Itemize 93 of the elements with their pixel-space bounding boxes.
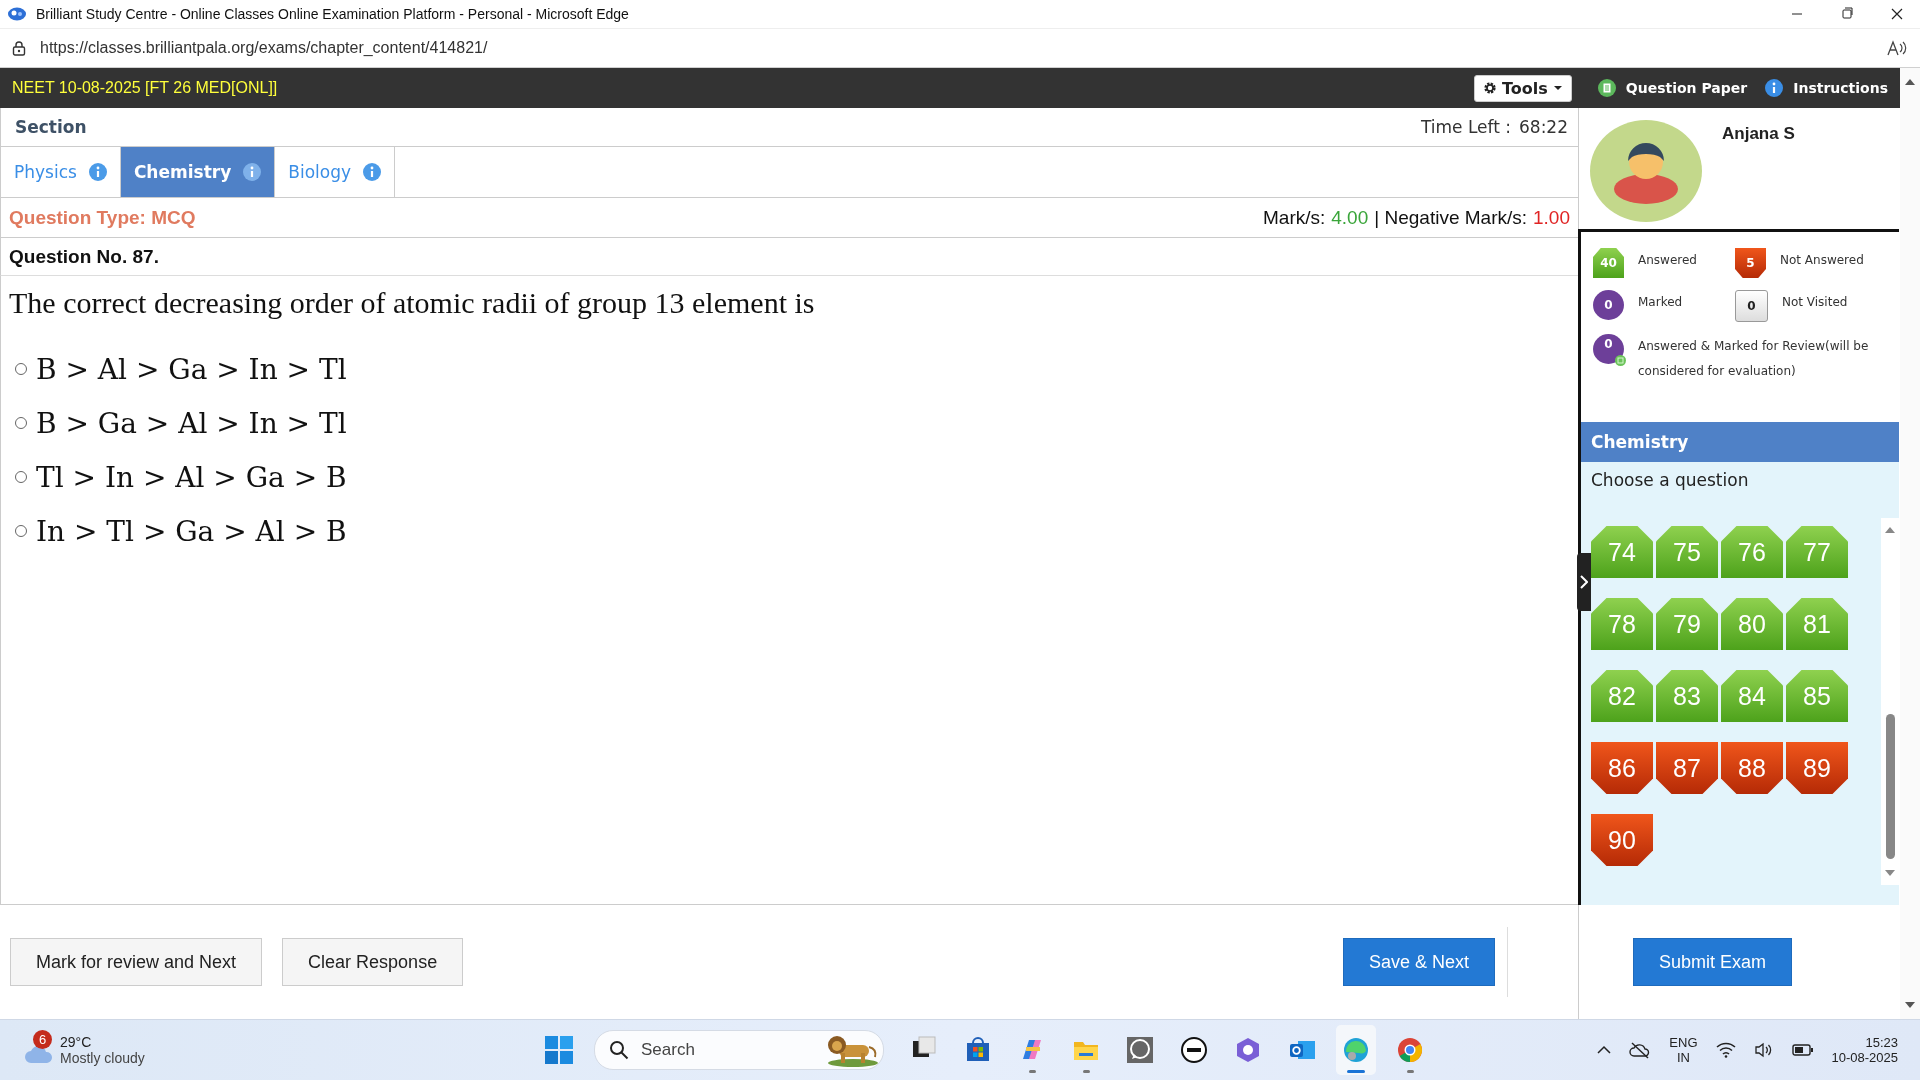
question-button[interactable]: 75 <box>1656 526 1718 578</box>
question-button[interactable]: 80 <box>1721 598 1783 650</box>
question-button[interactable]: 87 <box>1656 742 1718 794</box>
question-button[interactable]: 82 <box>1591 670 1653 722</box>
user-name: Anjana S <box>1722 124 1795 144</box>
legend-label: Answered & Marked for Review(will be considered for evaluation) <box>1638 338 1870 380</box>
clear-response-button[interactable]: Clear Response <box>282 938 464 986</box>
temperature: 29°C <box>60 1034 93 1050</box>
gear-icon <box>1483 81 1498 95</box>
chevron-right-icon <box>1580 575 1588 589</box>
circle-logo-icon <box>1179 1035 1209 1065</box>
time-left-label: Time Left : <box>1420 117 1511 137</box>
profile-icon <box>8 7 26 21</box>
url-field[interactable]: https://classes.brilliantpala.org/exams/chapter_content/414821/ <box>40 39 488 57</box>
submit-exam-button[interactable]: Submit Exam <box>1633 938 1793 986</box>
window-title: Brilliant Study Centre - Online Classes Online Examination Platform - Personal - Microsoft Edge <box>36 6 629 22</box>
tools-button[interactable]: Tools <box>1474 74 1572 102</box>
status-badge: 5 <box>1735 248 1766 278</box>
scroll-down-icon <box>1905 1001 1915 1009</box>
scrollbar-thumb[interactable] <box>1885 714 1895 859</box>
question-type: Question Type: MCQ <box>9 206 196 229</box>
notification-badge: 6 <box>33 1030 52 1049</box>
question-button[interactable]: 88 <box>1721 742 1783 794</box>
legend-label: Answered <box>1638 252 1697 269</box>
wifi-icon[interactable] <box>1715 1042 1736 1058</box>
legend-label: Not Visited <box>1782 294 1848 311</box>
question-button[interactable]: 90 <box>1591 814 1653 866</box>
option-text[interactable]: In > Tl > Ga > Al > B <box>36 514 347 548</box>
option-text[interactable]: Tl > In > Al > Ga > B <box>36 460 347 494</box>
start-icon[interactable] <box>544 1035 574 1065</box>
exam-title: NEET 10-08-2025 [FT 26 MED[ONL]] <box>12 79 278 97</box>
chevron-up-icon[interactable] <box>1597 1045 1612 1055</box>
cloud-icon <box>24 1044 54 1064</box>
question-button[interactable]: 78 <box>1591 598 1653 650</box>
info-icon[interactable] <box>363 163 381 181</box>
scroll-down-icon <box>1885 869 1895 877</box>
question-paper-link[interactable]: Question Paper <box>1597 79 1748 97</box>
browser-icon <box>1341 1035 1371 1065</box>
cloud-offline-icon[interactable] <box>1629 1041 1652 1059</box>
weather-condition: Mostly cloudy <box>60 1050 145 1066</box>
question-button[interactable]: 84 <box>1721 670 1783 722</box>
question-button[interactable]: 79 <box>1656 598 1718 650</box>
question-button[interactable]: 81 <box>1786 598 1848 650</box>
question-button[interactable]: 85 <box>1786 670 1848 722</box>
search-field[interactable]: Search <box>594 1030 884 1070</box>
status-badge: 0 <box>1593 334 1624 364</box>
question-button[interactable]: 89 <box>1786 742 1848 794</box>
status-badge: 0 <box>1593 290 1624 320</box>
clock-time[interactable]: 15:23 <box>1865 1035 1898 1050</box>
save-next-button[interactable]: Save & Next <box>1342 938 1495 986</box>
question-button[interactable]: 76 <box>1721 526 1783 578</box>
section-tab[interactable]: Chemistry <box>120 147 276 197</box>
read-aloud-icon[interactable] <box>1886 39 1908 57</box>
question-text: The correct decreasing order of atomic radii of group 13 element is <box>9 286 816 320</box>
avatar-icon <box>1590 120 1702 222</box>
question-button[interactable]: 74 <box>1591 526 1653 578</box>
option-text[interactable]: B > Al > Ga > In > Tl <box>36 352 347 386</box>
review-tick-icon <box>1615 355 1626 366</box>
clock-date[interactable]: 10-08-2025 <box>1831 1050 1898 1065</box>
search-icon <box>609 1040 629 1060</box>
instructions-link[interactable]: Instructions <box>1765 79 1888 97</box>
document-icon <box>1597 79 1616 97</box>
legend-label: Not Answered <box>1780 252 1864 269</box>
question-button[interactable]: 83 <box>1656 670 1718 722</box>
marks-value: 4.00 <box>1331 206 1369 229</box>
mark-review-button[interactable]: Mark for review and Next <box>10 938 263 986</box>
region[interactable]: IN <box>1676 1050 1690 1065</box>
option-text[interactable]: B > Ga > Al > In > Tl <box>36 406 347 440</box>
volume-icon[interactable] <box>1753 1042 1774 1058</box>
chat-icon <box>1125 1035 1155 1065</box>
question-number: Question No. 87. <box>9 245 159 268</box>
collapse-handle[interactable] <box>1577 553 1591 611</box>
status-badge: 40 <box>1593 248 1624 278</box>
info-icon[interactable] <box>243 163 262 181</box>
section-heading: Chemistry <box>1581 422 1899 462</box>
caret-icon <box>1552 85 1563 91</box>
info-icon[interactable] <box>88 163 107 181</box>
browser-icon <box>1395 1035 1425 1065</box>
time-left: 68:22 <box>1519 117 1568 137</box>
prompt-text: Choose a question <box>1590 469 1750 492</box>
language[interactable]: ENG <box>1669 1035 1698 1050</box>
lock-icon <box>12 40 26 56</box>
scroll-up-icon <box>1885 526 1895 534</box>
section-label: Section <box>15 117 87 137</box>
status-badge: 0 <box>1735 290 1768 322</box>
marks-label: Mark/s: <box>1263 206 1326 229</box>
negative-marks-value: 1.00 <box>1533 206 1570 229</box>
scroll-up-icon <box>1905 78 1915 86</box>
info-icon <box>1765 79 1784 97</box>
negative-marks-label: | Negative Mark/s: <box>1374 206 1527 229</box>
question-button[interactable]: 86 <box>1591 742 1653 794</box>
battery-icon[interactable] <box>1791 1043 1814 1057</box>
legend-label: Marked <box>1638 294 1683 311</box>
